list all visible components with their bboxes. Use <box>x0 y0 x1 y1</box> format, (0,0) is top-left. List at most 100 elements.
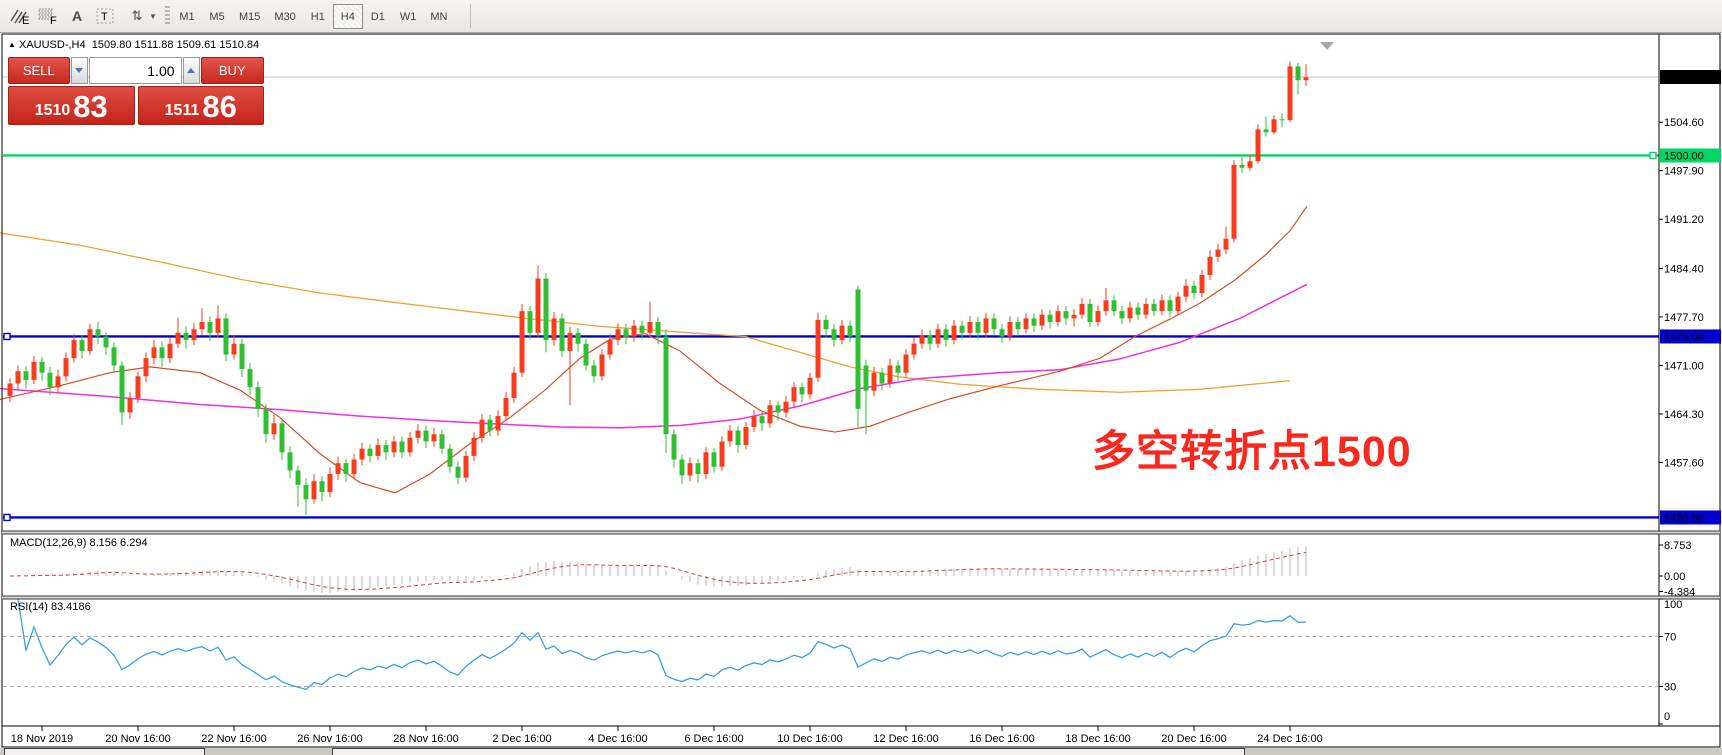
buy-price-main: 1511 <box>165 103 200 119</box>
candle-body <box>984 318 989 332</box>
candle-body <box>536 279 541 333</box>
chart-title: ▲ XAUUSD-,H4 1509.80 1511.88 1509.61 151… <box>8 39 259 51</box>
candle-body <box>64 358 69 376</box>
candle-body <box>1144 304 1149 315</box>
bottom-scrollbar[interactable] <box>0 748 1722 755</box>
sell-price-main: 1510 <box>35 103 71 119</box>
svg-text:E: E <box>22 15 29 25</box>
candle-body <box>776 405 781 412</box>
time-tick-label: 18 Dec 16:00 <box>1065 733 1130 745</box>
candle-body <box>192 329 197 340</box>
timeframe-button-m1[interactable]: M1 <box>172 4 202 29</box>
volume-increase-button[interactable] <box>183 57 200 84</box>
macd-tick-label: 0.00 <box>1664 571 1685 583</box>
volume-input[interactable] <box>89 57 182 84</box>
candle-body <box>816 320 821 378</box>
candle-body <box>1240 165 1245 168</box>
candle-body <box>344 463 349 474</box>
candle-body <box>496 416 501 430</box>
candle-body <box>1288 66 1293 120</box>
candle-body <box>736 431 741 445</box>
candle-body <box>1192 286 1197 293</box>
diagonal-hatch-e-icon[interactable]: E <box>6 4 32 28</box>
candle-body <box>944 329 949 340</box>
candle-body <box>720 441 725 466</box>
price-tick-label: 1464.30 <box>1664 409 1704 421</box>
scrollbar-segment[interactable] <box>4 748 205 755</box>
timeframe-button-d1[interactable]: D1 <box>363 4 393 29</box>
candle-body <box>552 318 557 340</box>
candle-body <box>104 336 109 347</box>
candle-body <box>248 369 253 387</box>
candle-body <box>744 427 749 445</box>
dot-grid-f-icon[interactable]: F <box>34 4 60 28</box>
candle-body <box>120 365 125 412</box>
candle-body <box>568 333 573 351</box>
candle-body <box>320 481 325 492</box>
candle-body <box>1176 297 1181 311</box>
time-tick-label: 6 Dec 16:00 <box>684 733 743 745</box>
candle-body <box>560 318 565 351</box>
label-a-icon[interactable]: A <box>64 4 90 28</box>
timeframe-button-w1[interactable]: W1 <box>393 4 424 29</box>
candle-body <box>920 335 925 344</box>
timeframe-button-h1[interactable]: H1 <box>303 4 333 29</box>
candle-body <box>200 322 205 329</box>
candle-body <box>704 452 709 474</box>
candle-body <box>1040 315 1045 326</box>
time-tick-label: 26 Nov 16:00 <box>297 733 362 745</box>
time-tick-label: 12 Dec 16:00 <box>873 733 938 745</box>
candle-body <box>992 318 997 329</box>
candle-body <box>256 387 261 409</box>
candle-body <box>80 340 85 351</box>
textbox-t-icon[interactable]: T <box>92 4 118 28</box>
timeframe-button-m30[interactable]: M30 <box>267 4 302 29</box>
candle-body <box>464 456 469 478</box>
candle-body <box>888 365 893 383</box>
timeframe-button-h4[interactable]: H4 <box>333 4 363 29</box>
chart-shift-marker-icon[interactable] <box>1320 42 1334 50</box>
candle-body <box>600 355 605 377</box>
candle-body <box>680 460 685 476</box>
toolbar-grip[interactable] <box>165 6 170 26</box>
level-line-handle[interactable] <box>4 333 10 339</box>
candle-body <box>232 344 237 355</box>
candle-body <box>1072 315 1077 319</box>
sell-price-box[interactable]: 151083 <box>8 86 135 125</box>
candle-body <box>408 438 413 452</box>
candle-body <box>448 449 453 467</box>
triangle-up-icon <box>187 68 195 73</box>
timeframe-button-mn[interactable]: MN <box>423 4 454 29</box>
candle-body <box>1280 119 1285 120</box>
candle-body <box>312 481 317 499</box>
candle-body <box>488 420 493 431</box>
dropdown-caret-icon[interactable]: ▼ <box>146 4 160 28</box>
volume-decrease-button[interactable] <box>71 57 88 84</box>
current-price-tag-label: 1510.84 <box>1664 72 1704 84</box>
chart-canvas[interactable]: 1504.601497.901491.201484.401477.701471.… <box>0 33 1722 755</box>
candle-body <box>440 434 445 448</box>
candle-body <box>168 344 173 358</box>
buy-price-box[interactable]: 151186 <box>138 86 265 125</box>
price-tick-label: 1484.40 <box>1664 263 1704 275</box>
level-line-handle[interactable] <box>4 514 10 520</box>
sell-button[interactable]: SELL <box>8 57 70 84</box>
candle-body <box>960 326 965 333</box>
candle-body <box>1168 300 1173 311</box>
candle-body <box>936 329 941 343</box>
timeframe-button-m5[interactable]: M5 <box>202 4 232 29</box>
timeframe-button-m15[interactable]: M15 <box>232 4 267 29</box>
price-tick-label: 1497.90 <box>1664 166 1704 178</box>
buy-button[interactable]: BUY <box>201 57 264 84</box>
collapse-triangle-icon[interactable]: ▲ <box>8 40 16 49</box>
candle-body <box>1136 308 1141 315</box>
buy-price-pips: 86 <box>202 91 236 122</box>
candle-body <box>8 384 13 396</box>
scrollbar-thumb[interactable] <box>332 748 1245 755</box>
svg-text:F: F <box>50 15 57 25</box>
candle-body <box>88 329 93 351</box>
candle-body <box>392 441 397 452</box>
time-tick-label: 10 Dec 16:00 <box>777 733 842 745</box>
candle-body <box>1120 311 1125 318</box>
level-line-handle[interactable] <box>1650 152 1656 158</box>
